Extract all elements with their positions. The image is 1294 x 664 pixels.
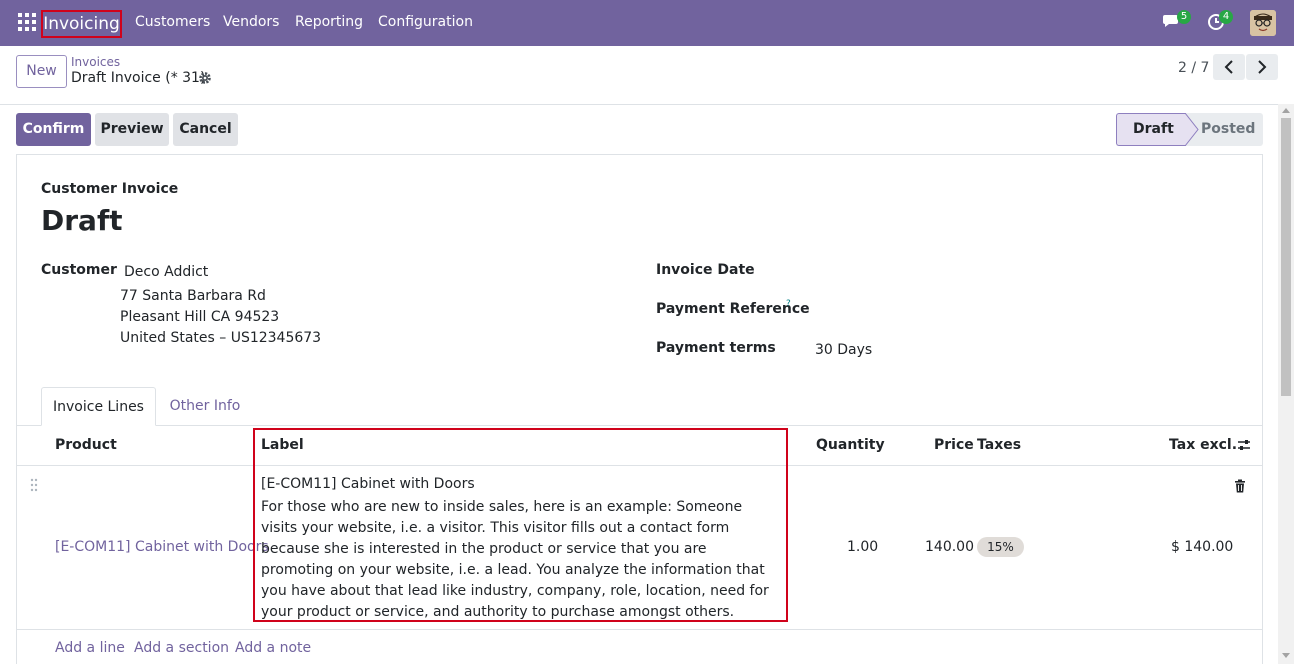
help-tooltip-icon[interactable]: ? [786,299,791,309]
add-line-link[interactable]: Add a line [55,640,125,656]
customer-address-line1: 77 Santa Barbara Rd [120,288,266,304]
gear-icon[interactable] [198,71,212,85]
line-product[interactable]: [E-COM11] Cabinet with Doors [55,539,269,555]
chevron-right-icon [1258,60,1267,74]
add-section-link[interactable]: Add a section [134,640,229,656]
line-subtotal: $ 140.00 [1171,539,1234,555]
highlight-label-column [253,428,788,622]
column-header-product[interactable]: Product [55,437,117,453]
column-header-price[interactable]: Price [934,437,974,453]
drag-handle-icon[interactable] [30,478,38,492]
activities-count-badge: 4 [1219,10,1233,24]
payment-terms-field[interactable]: 30 Days [815,342,872,358]
chevron-left-icon [1224,60,1233,74]
tab-invoice-lines[interactable]: Invoice Lines [41,387,156,426]
column-header-subtotal[interactable]: Tax excl. [1169,437,1237,453]
column-header-quantity[interactable]: Quantity [816,437,885,453]
scrollbar-thumb[interactable] [1281,118,1291,396]
line-quantity[interactable]: 1.00 [847,539,878,555]
user-avatar[interactable] [1250,10,1276,36]
pager-previous-button[interactable] [1213,54,1245,80]
menu-vendors[interactable]: Vendors [223,14,279,30]
customer-address-line3: United States – US12345673 [120,330,322,346]
column-header-taxes[interactable]: Taxes [977,437,1021,453]
table-row-divider [16,629,1263,630]
scroll-down-arrow-icon[interactable] [1282,653,1290,658]
customer-address-line2: Pleasant Hill CA 94523 [120,309,280,325]
add-note-link[interactable]: Add a note [235,640,311,656]
stage-draft[interactable]: Draft [1116,113,1186,146]
new-button[interactable]: New [16,55,67,88]
pager-value[interactable]: 2 / 7 [1178,60,1209,76]
invoice-type: Customer Invoice [41,181,179,197]
menu-customers[interactable]: Customers [135,14,210,30]
payment-terms-label: Payment terms [656,340,776,356]
breadcrumb-parent[interactable]: Invoices [71,55,120,69]
pager-next-button[interactable] [1246,54,1278,80]
apps-menu-icon[interactable] [18,13,36,31]
messages-count-badge: 5 [1177,10,1191,24]
trash-icon[interactable] [1234,479,1246,493]
line-price[interactable]: 140.00 [925,539,974,555]
customer-label: Customer [41,262,117,278]
breadcrumb-current: Draft Invoice (* 31) [71,70,206,86]
invoice-name: Draft [41,204,123,237]
line-tax-badge[interactable]: 15% [977,537,1024,557]
cancel-button[interactable]: Cancel [173,113,238,146]
tab-other-info[interactable]: Other Info [156,387,254,426]
menu-configuration[interactable]: Configuration [378,14,473,30]
invoice-date-label: Invoice Date [656,262,755,278]
customer-field[interactable]: Deco Addict [124,264,208,280]
confirm-button[interactable]: Confirm [16,113,91,146]
scroll-up-arrow-icon[interactable] [1282,108,1290,113]
app-name-menu[interactable]: Invoicing [41,10,122,38]
optional-columns-icon[interactable] [1237,438,1251,452]
top-navbar: Invoicing Customers Vendors Reporting Co… [0,0,1294,46]
menu-reporting[interactable]: Reporting [295,14,363,30]
preview-button[interactable]: Preview [95,113,169,146]
stage-arrow [1185,113,1199,146]
